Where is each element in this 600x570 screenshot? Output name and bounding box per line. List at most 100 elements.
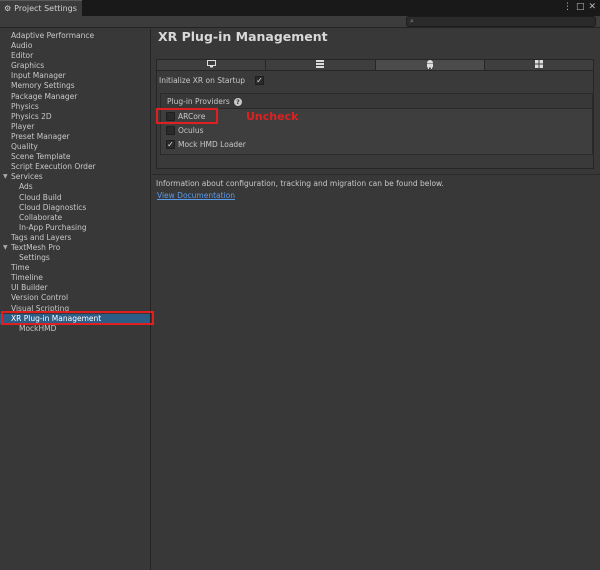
provider-arcore[interactable]: ARCore [166, 112, 205, 121]
sidebar-item-label: Player [11, 121, 35, 131]
gear-icon: ⚙ [4, 4, 12, 13]
sidebar-item[interactable]: Tags and Layers [0, 233, 150, 243]
sidebar-item[interactable]: MockHMD [0, 324, 150, 334]
sidebar-item[interactable]: Physics 2D [0, 112, 150, 122]
sidebar-item-label: Quality [11, 142, 38, 152]
sidebar-item[interactable]: Collaborate [0, 213, 150, 223]
sidebar-item[interactable]: Cloud Build [0, 193, 150, 203]
providers-list: ARCore Oculus ✓ Mock HMD Loader [161, 108, 592, 154]
init-xr-checkbox[interactable]: ✓ [255, 76, 264, 85]
sidebar: Adaptive Performance Audio Editor Graphics I… [0, 29, 151, 570]
sidebar-item-label: XR Plug-in Management [11, 313, 102, 323]
sidebar-item-label: Adaptive Performance [11, 31, 95, 40]
sidebar-item[interactable]: Script Execution Order [0, 162, 150, 172]
sidebar-item[interactable]: Adaptive Performance [0, 31, 150, 41]
sidebar-item[interactable]: Player [0, 122, 150, 132]
help-icon[interactable]: ? [233, 97, 242, 106]
server-icon [316, 60, 325, 70]
sidebar-item-label: Services [11, 172, 43, 182]
sidebar-item[interactable]: Ads [0, 182, 150, 192]
sidebar-item[interactable]: Preset Manager [0, 132, 150, 142]
sidebar-item[interactable]: Input Manager [0, 71, 150, 81]
sidebar-item[interactable]: Memory Settings [0, 81, 150, 91]
annotation-uncheck: Uncheck [246, 110, 299, 123]
arcore-checkbox[interactable] [166, 112, 175, 121]
plugin-providers: Plug-in Providers ? ARCore Oculus ✓ Mock… [160, 93, 593, 155]
sidebar-item[interactable]: ▼ Services [0, 172, 150, 182]
sidebar-item[interactable]: Time [0, 263, 150, 273]
sidebar-item-label: Graphics [11, 61, 45, 71]
sidebar-item-label: Tags and Layers [11, 232, 72, 242]
sidebar-item[interactable]: Settings [0, 253, 150, 263]
view-documentation-link[interactable]: View Documentation [157, 191, 235, 200]
maximize-icon[interactable]: □ [576, 2, 585, 12]
sidebar-item-label: Version Control [11, 293, 69, 303]
sidebar-item-label: Time [11, 263, 30, 273]
provider-label: ARCore [178, 112, 206, 121]
sidebar-item[interactable]: Quality [0, 142, 150, 152]
search-icon: ⌕ [410, 17, 414, 25]
sidebar-item[interactable]: UI Builder [0, 283, 150, 293]
sidebar-item[interactable]: Graphics [0, 61, 150, 71]
settings-panel: Initialize XR on Startup ✓ Plug-in Provi… [156, 71, 594, 169]
sidebar-item[interactable]: In-App Purchasing [0, 223, 150, 233]
toolbar: ⌕ [0, 16, 600, 28]
page-title: XR Plug-in Management [158, 29, 328, 44]
android-icon [426, 59, 434, 71]
sidebar-item-label: Settings [19, 253, 50, 263]
window-tab[interactable]: ⚙ Project Settings [0, 0, 82, 16]
sidebar-item-label: Audio [11, 41, 33, 51]
sidebar-item[interactable]: Physics [0, 102, 150, 112]
sidebar-item-label: Cloud Build [19, 192, 62, 202]
sidebar-item-label: Package Manager [11, 91, 78, 101]
sidebar-item[interactable]: Version Control [0, 293, 150, 303]
providers-header: Plug-in Providers ? [167, 97, 242, 106]
init-xr-label: Initialize XR on Startup [159, 76, 246, 85]
sidebar-item-label: Input Manager [11, 71, 66, 81]
sidebar-item[interactable]: Editor [0, 51, 150, 61]
sidebar-item-label: Collaborate [19, 212, 63, 222]
search-input[interactable] [416, 17, 587, 26]
windows-icon [534, 60, 543, 70]
sidebar-item-label: Physics [11, 101, 39, 111]
sidebar-item-label: Editor [11, 51, 34, 61]
provider-label: Mock HMD Loader [178, 140, 246, 149]
sidebar-item-label: Memory Settings [11, 81, 75, 91]
tab-standalone[interactable] [157, 60, 267, 70]
sidebar-item-label: TextMesh Pro [11, 242, 61, 252]
tab-windows[interactable] [485, 60, 593, 70]
sidebar-item-label: UI Builder [11, 283, 48, 293]
sidebar-item-label: Visual Scripting [11, 303, 70, 313]
provider-mock-hmd[interactable]: ✓ Mock HMD Loader [166, 140, 246, 149]
sidebar-item[interactable]: XR Plug-in Management [0, 313, 150, 324]
sidebar-item[interactable]: Package Manager [0, 92, 150, 102]
window-controls: ⋮ □ ✕ [563, 2, 596, 12]
title-bar: ⚙ Project Settings ⋮ □ ✕ [0, 0, 600, 16]
sidebar-item-label: Physics 2D [11, 111, 52, 121]
sidebar-item-label: Script Execution Order [11, 162, 96, 172]
window-title: Project Settings [14, 4, 77, 13]
sidebar-item[interactable]: Audio [0, 41, 150, 51]
caret-down-icon[interactable]: ▼ [3, 243, 8, 253]
sidebar-item[interactable]: Timeline [0, 273, 150, 283]
sidebar-item-label: Timeline [11, 273, 43, 283]
sidebar-item-label: Scene Template [11, 152, 71, 162]
providers-label: Plug-in Providers [167, 97, 230, 106]
sidebar-item[interactable]: ▼ TextMesh Pro [0, 243, 150, 253]
sidebar-item-label: In-App Purchasing [19, 222, 87, 232]
divider [152, 174, 600, 175]
search-box[interactable]: ⌕ [406, 16, 596, 27]
close-icon[interactable]: ✕ [588, 2, 596, 12]
sidebar-item-label: Ads [19, 182, 33, 192]
sidebar-item[interactable]: Scene Template [0, 152, 150, 162]
provider-oculus[interactable]: Oculus [166, 126, 204, 135]
mock-hmd-checkbox[interactable]: ✓ [166, 140, 175, 149]
oculus-checkbox[interactable] [166, 126, 175, 135]
tab-server[interactable] [266, 60, 376, 70]
sidebar-item[interactable]: Cloud Diagnostics [0, 203, 150, 213]
tab-android[interactable] [375, 59, 485, 71]
caret-down-icon[interactable]: ▼ [3, 172, 8, 182]
menu-icon[interactable]: ⋮ [563, 2, 572, 12]
main-content: XR Plug-in Management Initialize XR on S… [152, 29, 600, 570]
sidebar-item[interactable]: Visual Scripting [0, 304, 150, 314]
